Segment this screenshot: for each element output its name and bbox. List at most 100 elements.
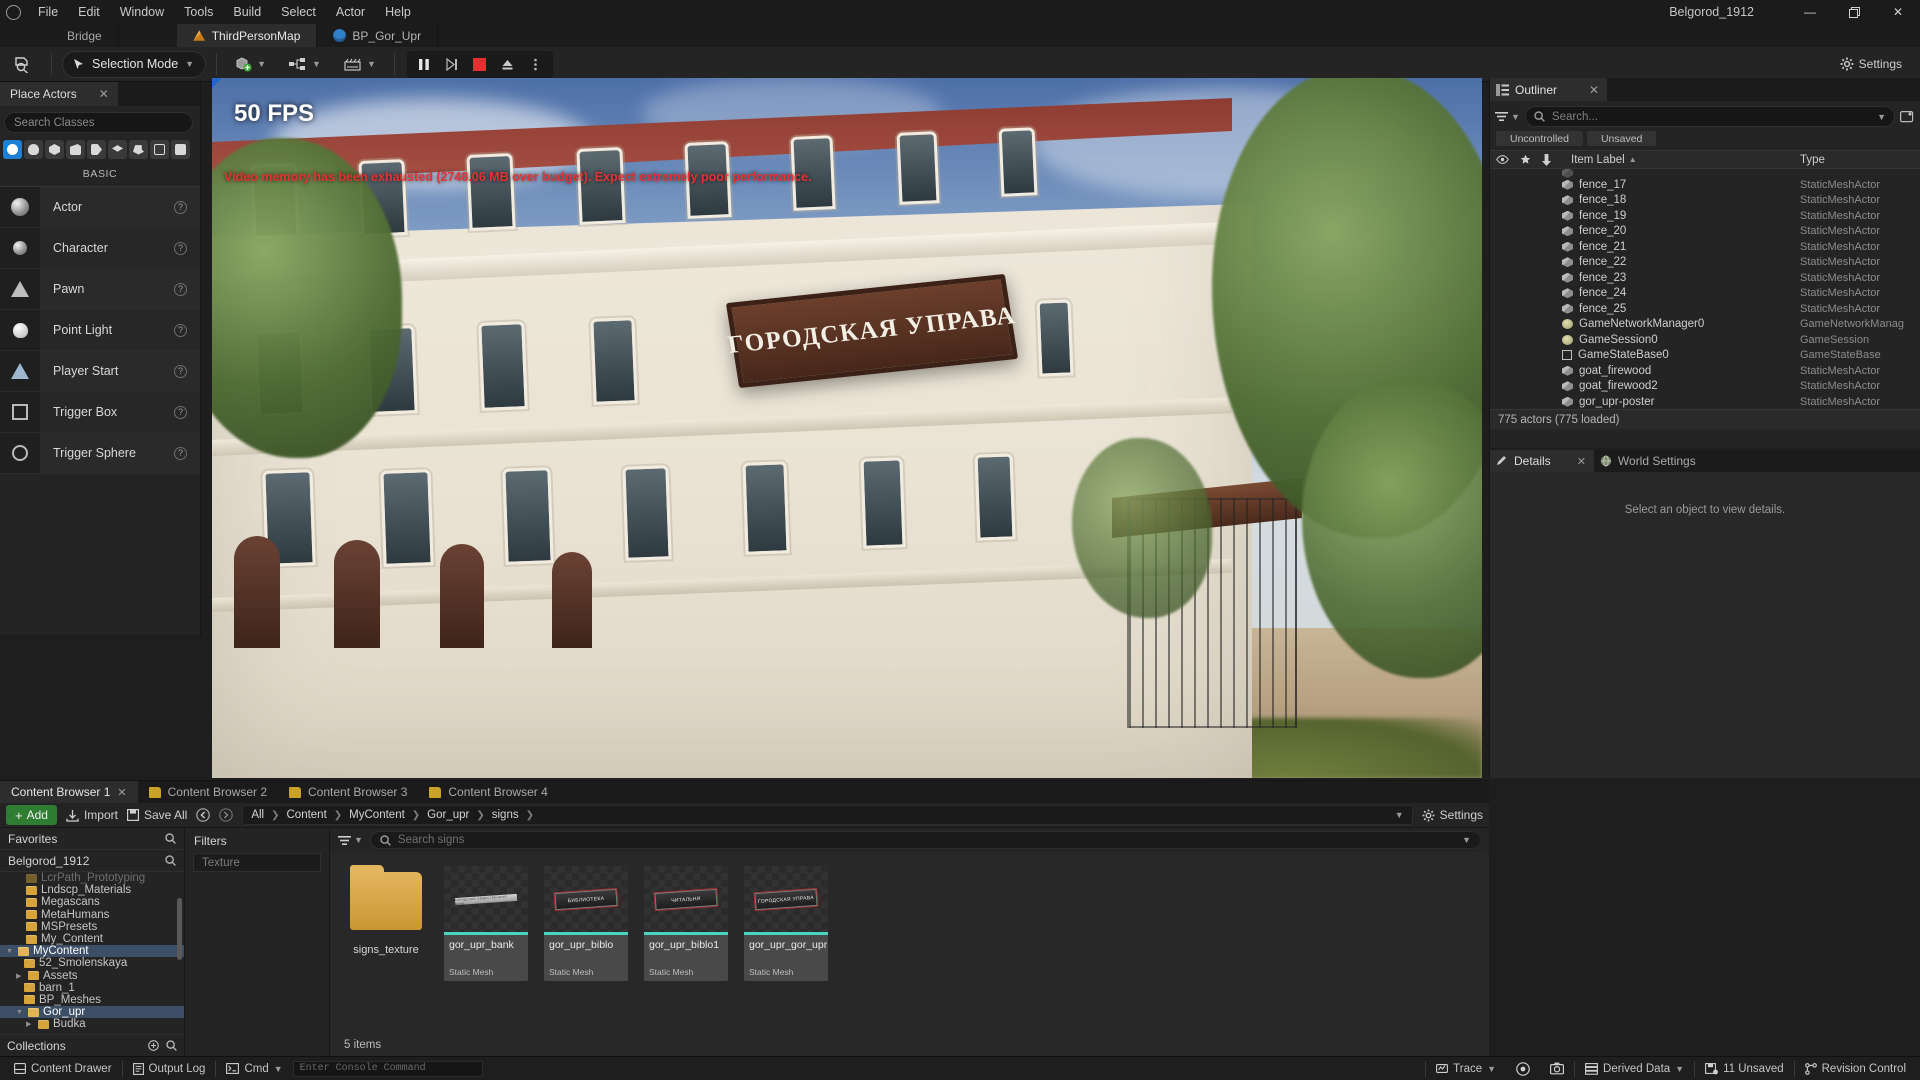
trace-button[interactable]: Trace ▼ bbox=[1426, 1058, 1506, 1080]
menu-select[interactable]: Select bbox=[271, 1, 326, 23]
minimize-button[interactable]: — bbox=[1788, 0, 1832, 24]
close-button[interactable]: ✕ bbox=[1876, 0, 1920, 24]
close-icon[interactable]: ✕ bbox=[117, 786, 126, 799]
derived-data-button[interactable]: Derived Data ▼ bbox=[1575, 1058, 1694, 1080]
menu-edit[interactable]: Edit bbox=[68, 1, 110, 23]
table-row[interactable]: fence_24 StaticMeshActor bbox=[1490, 286, 1920, 302]
chip-uncontrolled[interactable]: Uncontrolled bbox=[1496, 131, 1583, 146]
help-icon[interactable]: ? bbox=[174, 405, 187, 419]
tree-scrollbar[interactable] bbox=[177, 898, 182, 960]
revision-control-button[interactable]: Revision Control bbox=[1795, 1058, 1916, 1080]
help-icon[interactable]: ? bbox=[174, 446, 187, 460]
menu-build[interactable]: Build bbox=[223, 1, 271, 23]
tree-item[interactable]: ▶ Budka bbox=[0, 1018, 184, 1030]
outliner-col-item-label[interactable]: Item Label ▲ bbox=[1571, 154, 1637, 166]
settings-button[interactable]: Settings bbox=[1832, 51, 1910, 78]
outliner-settings-icon[interactable] bbox=[1900, 110, 1914, 123]
unreal-logo-icon[interactable] bbox=[0, 0, 26, 24]
outliner-col-type[interactable]: Type bbox=[1800, 154, 1920, 166]
category-geometry[interactable] bbox=[108, 140, 127, 159]
tab-world-settings[interactable]: World Settings bbox=[1593, 450, 1704, 472]
pin-icon[interactable] bbox=[1542, 153, 1551, 166]
chevron-right-icon[interactable]: ▶ bbox=[26, 1020, 34, 1028]
table-row[interactable]: goat_firewood StaticMeshActor bbox=[1490, 363, 1920, 379]
filters-input[interactable]: Texture bbox=[193, 853, 321, 872]
breadcrumb-gorupr[interactable]: Gor_upr bbox=[427, 809, 469, 821]
category-all-classes[interactable] bbox=[3, 140, 22, 159]
import-button[interactable]: Import bbox=[66, 808, 118, 822]
tab-content-browser-4[interactable]: Content Browser 4 bbox=[418, 781, 559, 803]
table-row[interactable]: GameStateBase0 GameStateBase bbox=[1490, 348, 1920, 364]
more-options-button[interactable] bbox=[523, 53, 549, 76]
maximize-button[interactable] bbox=[1832, 0, 1876, 24]
chip-unsaved[interactable]: Unsaved bbox=[1586, 131, 1657, 146]
tree-item[interactable]: MetaHumans bbox=[0, 909, 184, 921]
tree-item[interactable]: MSPresets bbox=[0, 921, 184, 933]
chevron-down-icon[interactable]: ▼ bbox=[16, 1009, 24, 1016]
table-row[interactable]: fence_19 StaticMeshActor bbox=[1490, 208, 1920, 224]
asset-tile[interactable]: БИБЛИОТЕКА gor_upr_biblo Static Mesh bbox=[544, 866, 628, 981]
place-actor-player-start[interactable]: Player Start ? bbox=[0, 351, 200, 392]
chevron-down-icon[interactable]: ▼ bbox=[1877, 112, 1886, 122]
menu-tools[interactable]: Tools bbox=[174, 1, 223, 23]
star-icon[interactable] bbox=[1520, 154, 1531, 165]
project-header[interactable]: Belgorod_1912 bbox=[0, 850, 184, 872]
help-icon[interactable]: ? bbox=[174, 323, 187, 337]
tab-content-browser-1[interactable]: Content Browser 1 ✕ bbox=[0, 781, 138, 803]
plus-icon[interactable] bbox=[148, 1040, 159, 1051]
place-actor-pawn[interactable]: Pawn ? bbox=[0, 269, 200, 310]
place-actor-character[interactable]: Character ? bbox=[0, 228, 200, 269]
table-row[interactable]: fence_22 StaticMeshActor bbox=[1490, 255, 1920, 271]
table-row[interactable]: GameSession0 GameSession bbox=[1490, 332, 1920, 348]
add-button[interactable]: + Add bbox=[6, 805, 57, 825]
console-command-input[interactable]: Enter Console Command bbox=[292, 1060, 483, 1077]
help-icon[interactable]: ? bbox=[174, 200, 187, 214]
asset-search-input[interactable]: Search signs ▼ bbox=[369, 831, 1481, 849]
outliner-filter-button[interactable]: ▼ bbox=[1495, 111, 1520, 122]
screenshot-button[interactable] bbox=[1540, 1058, 1574, 1080]
tree-item[interactable]: LcrPath_Prototyping bbox=[0, 872, 184, 884]
favorites-header[interactable]: Favorites bbox=[0, 828, 184, 850]
pause-button[interactable] bbox=[411, 53, 437, 76]
category-lights[interactable] bbox=[24, 140, 43, 159]
outliner-list[interactable]: fence_17 StaticMeshActor fence_18 StaticMe… bbox=[1490, 169, 1920, 409]
breadcrumb-all[interactable]: All bbox=[251, 809, 264, 821]
create-actor-button[interactable]: ▼ bbox=[227, 51, 274, 78]
tree-item[interactable]: BP_Meshes bbox=[0, 994, 184, 1006]
search-classes-input[interactable]: Search Classes bbox=[4, 112, 193, 133]
menu-file[interactable]: File bbox=[28, 1, 68, 23]
asset-tile[interactable]: ГОРОДСКАЯ УПРАВА gor_upr_gor_upr Static … bbox=[744, 866, 828, 981]
breadcrumb-content[interactable]: Content bbox=[287, 809, 327, 821]
forward-button[interactable] bbox=[219, 808, 234, 822]
unsaved-button[interactable]: 11 Unsaved bbox=[1695, 1058, 1794, 1080]
tab-content-browser-3[interactable]: Content Browser 3 bbox=[278, 781, 419, 803]
category-all[interactable] bbox=[150, 140, 169, 159]
help-icon[interactable]: ? bbox=[174, 241, 187, 255]
chevron-down-icon[interactable]: ▼ bbox=[1462, 835, 1471, 845]
search-icon[interactable] bbox=[165, 833, 176, 844]
blueprints-button[interactable]: ▼ bbox=[280, 51, 329, 78]
tree-item[interactable]: Lndscp_Materials bbox=[0, 884, 184, 896]
table-row[interactable]: fence_18 StaticMeshActor bbox=[1490, 193, 1920, 209]
category-extra[interactable] bbox=[171, 140, 190, 159]
table-row[interactable]: fence_23 StaticMeshActor bbox=[1490, 270, 1920, 286]
place-actor-trigger-sphere[interactable]: Trigger Sphere ? bbox=[0, 433, 200, 474]
category-volumes[interactable] bbox=[129, 140, 148, 159]
tree-item[interactable]: barn_1 bbox=[0, 982, 184, 994]
place-actor-trigger-box[interactable]: Trigger Box ? bbox=[0, 392, 200, 433]
save-all-button[interactable]: Save All bbox=[126, 808, 187, 822]
search-icon[interactable] bbox=[166, 1040, 177, 1051]
tab-place-actors[interactable]: Place Actors ✕ bbox=[0, 82, 118, 106]
close-icon[interactable]: ✕ bbox=[1577, 455, 1586, 468]
place-actor-point-light[interactable]: Point Light ? bbox=[0, 310, 200, 351]
chevron-down-icon[interactable]: ▼ bbox=[6, 948, 14, 955]
content-drawer-button[interactable]: Content Drawer bbox=[4, 1058, 122, 1080]
tab-details[interactable]: Details ✕ bbox=[1490, 450, 1594, 472]
selection-mode-dropdown[interactable]: Selection Mode ▼ bbox=[62, 50, 207, 78]
frame-step-button[interactable] bbox=[439, 53, 465, 76]
level-viewport[interactable]: ГОРОДСКАЯ УПРАВА 50 FPS Video memory has… bbox=[212, 78, 1482, 778]
asset-tile[interactable]: ГОРОДСКОЙ ОБЩЕСТВЕННЫЙ БАНК gor_upr_bank… bbox=[444, 866, 528, 981]
tab-thirdpersonmap[interactable]: ThirdPersonMap bbox=[176, 24, 318, 47]
category-visual-effects[interactable] bbox=[87, 140, 106, 159]
category-shapes[interactable] bbox=[45, 140, 64, 159]
